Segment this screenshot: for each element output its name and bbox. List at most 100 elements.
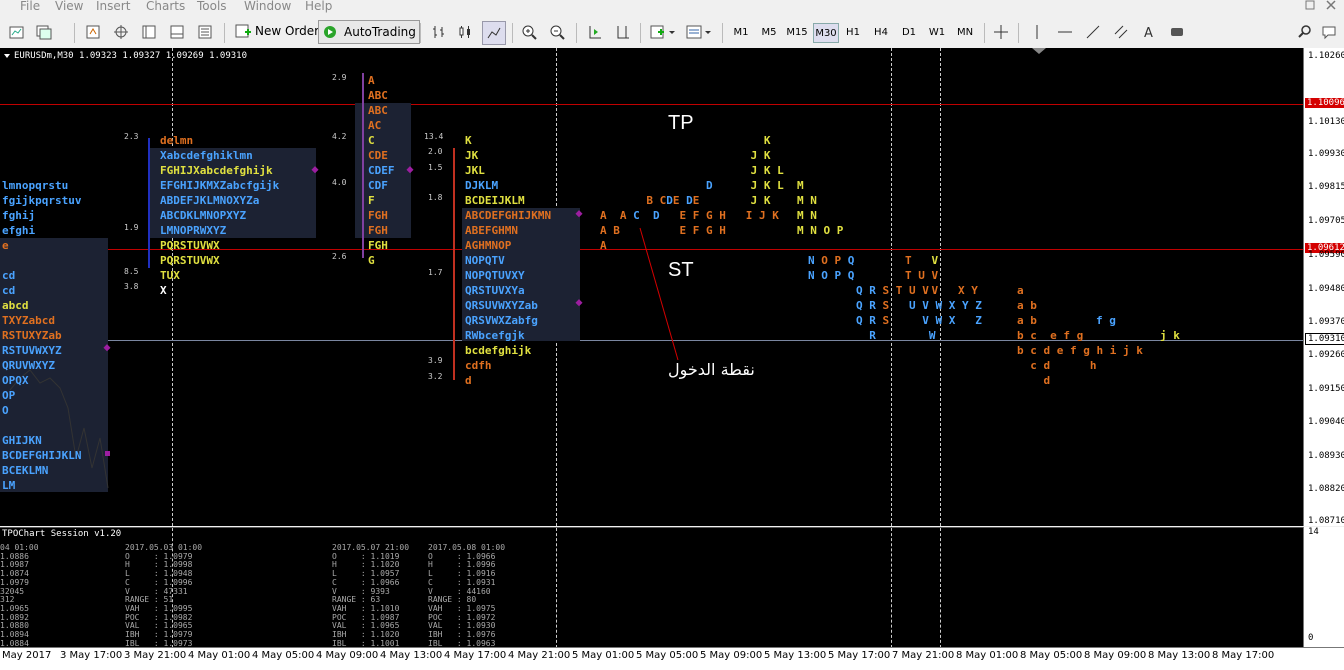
new-order-button[interactable]: New Order xyxy=(232,20,322,42)
price-tick: 1.09590 xyxy=(1308,250,1344,260)
time-tick: 5 May 17:00 xyxy=(828,650,891,661)
menu-window[interactable]: Window xyxy=(244,0,291,13)
tp-label[interactable]: TP xyxy=(668,112,694,135)
menu-insert[interactable]: Insert xyxy=(96,0,130,13)
tpo-count: 1.9 xyxy=(124,223,139,232)
tpo-count: 2.0 xyxy=(428,147,443,156)
new-order-label: New Order xyxy=(255,24,320,38)
tpo-count: 1.8 xyxy=(428,193,443,202)
tpo-count: 2.3 xyxy=(124,132,139,141)
indicator-scale-bottom: 0 xyxy=(1308,633,1314,643)
chart-shift-icon[interactable] xyxy=(612,21,634,43)
toolbar: New Order AutoTrading M1 M5 M15 M30 H1 H… xyxy=(0,14,1344,49)
menu-file[interactable]: File xyxy=(20,0,40,13)
tpo-count: 4.2 xyxy=(332,132,347,141)
time-axis[interactable]: May 2017 3 May 17:00 3 May 21:00 4 May 0… xyxy=(0,647,1344,670)
price-tick: 1.09815 xyxy=(1308,182,1344,192)
price-tick: 1.08710 xyxy=(1308,516,1344,526)
menu-charts[interactable]: Charts xyxy=(146,0,185,13)
tpo-count: 1.5 xyxy=(428,163,443,172)
time-tick: 5 May 01:00 xyxy=(572,650,635,661)
svg-text:A: A xyxy=(1144,26,1153,40)
time-tick: 3 May 17:00 xyxy=(60,650,123,661)
market-watch-icon[interactable] xyxy=(82,21,104,43)
indicator-scale-top: 14 xyxy=(1308,527,1319,537)
zoom-out-icon[interactable] xyxy=(546,21,568,43)
tpo-count: 2.9 xyxy=(332,73,347,82)
tf-w1[interactable]: W1 xyxy=(925,23,949,41)
time-tick: 8 May 13:00 xyxy=(1148,650,1211,661)
price-tick: 1.08820 xyxy=(1308,484,1344,494)
navigator-icon[interactable] xyxy=(138,21,160,43)
time-tick: 8 May 17:00 xyxy=(1212,650,1275,661)
text-tool-icon[interactable]: A xyxy=(1138,21,1160,43)
price-tick: 1.10260 xyxy=(1308,51,1344,61)
trendline-icon[interactable] xyxy=(1082,21,1104,43)
price-tick: 1.09150 xyxy=(1308,384,1344,394)
menu-tools[interactable]: Tools xyxy=(197,0,227,13)
tf-mn[interactable]: MN xyxy=(953,23,977,41)
indicators-icon[interactable] xyxy=(648,21,678,43)
price-tick: 1.09370 xyxy=(1308,317,1344,327)
tf-d1[interactable]: D1 xyxy=(897,23,921,41)
zoom-in-icon[interactable] xyxy=(518,21,540,43)
time-tick: 7 May 21:00 xyxy=(892,650,955,661)
tpo-count: 3.2 xyxy=(428,372,443,381)
label-tool-icon[interactable] xyxy=(1166,21,1188,43)
autotrading-button[interactable]: AutoTrading xyxy=(318,20,420,44)
current-price-label: 1.09310 xyxy=(1305,333,1344,345)
time-tick: 4 May 21:00 xyxy=(508,650,571,661)
line-chart-icon[interactable] xyxy=(482,21,506,45)
crosshair-icon[interactable] xyxy=(990,21,1012,43)
price-tick: 1.09040 xyxy=(1308,417,1344,427)
menu-view[interactable]: View xyxy=(55,0,83,13)
new-chart-icon[interactable] xyxy=(6,21,28,43)
tf-m30[interactable]: M30 xyxy=(813,23,839,43)
tf-m15[interactable]: M15 xyxy=(785,23,809,41)
channel-icon[interactable] xyxy=(1110,21,1132,43)
session-stats-3: 2017.05.07 21:00 O : 1.1019 H : 1.1020 L… xyxy=(332,543,410,648)
tf-m5[interactable]: M5 xyxy=(757,23,781,41)
candlestick-icon[interactable] xyxy=(454,21,476,43)
auto-scroll-icon[interactable] xyxy=(584,21,606,43)
window-controls[interactable] xyxy=(1300,0,1344,13)
session-stats-4: 2017.05.08 01:00 O : 1.0966 H : 1.0996 L… xyxy=(428,543,506,648)
session-stats-2: 2017.05.03 01:00 O : 1.0979 H : 1.0998 L… xyxy=(125,543,203,648)
tpo-count: 3.8 xyxy=(124,282,139,291)
templates-icon[interactable] xyxy=(684,21,714,43)
tpo-count: 8.5 xyxy=(124,267,139,276)
time-tick: 5 May 09:00 xyxy=(700,650,763,661)
time-tick: 4 May 01:00 xyxy=(188,650,251,661)
crosshair-nav-icon[interactable] xyxy=(110,21,132,43)
tf-h1[interactable]: H1 xyxy=(841,23,865,41)
profiles-icon[interactable] xyxy=(34,21,56,43)
time-tick: May 2017 xyxy=(2,650,52,661)
bar-chart-icon[interactable] xyxy=(428,21,450,43)
time-tick: 4 May 13:00 xyxy=(380,650,443,661)
chat-icon[interactable] xyxy=(1318,21,1340,43)
time-tick: 5 May 05:00 xyxy=(636,650,699,661)
tpo-count: 4.0 xyxy=(332,178,347,187)
time-tick: 4 May 17:00 xyxy=(444,650,507,661)
time-tick: 5 May 13:00 xyxy=(764,650,827,661)
tp-price-label: 1.10096 xyxy=(1305,98,1344,108)
indicator-window[interactable]: TPOChart Session v1.20 04 01:00 1.0886 1… xyxy=(0,527,1303,648)
main-chart[interactable]: EURUSDm,M30 1.09323 1.09327 1.09269 1.09… xyxy=(0,48,1303,526)
st-label[interactable]: ST xyxy=(668,259,694,282)
vertical-line-icon[interactable] xyxy=(1026,21,1048,43)
tf-m1[interactable]: M1 xyxy=(729,23,753,41)
entry-label[interactable]: نقطة الدخول xyxy=(668,360,755,379)
menu-help[interactable]: Help xyxy=(305,0,332,13)
tpo-count: 13.4 xyxy=(424,132,444,141)
menu-bar: File View Insert Charts Tools Window Hel… xyxy=(0,0,1344,14)
search-icon[interactable] xyxy=(1294,21,1316,43)
time-tick: 8 May 09:00 xyxy=(1084,650,1147,661)
poc-markers xyxy=(103,166,583,456)
price-axis[interactable]: 1.10260 1.10096 1.10130 1.09930 1.09815 … xyxy=(1303,48,1344,526)
tf-h4[interactable]: H4 xyxy=(869,23,893,41)
autotrading-label: AutoTrading xyxy=(344,25,416,39)
horizontal-line-icon[interactable] xyxy=(1054,21,1076,43)
terminal-icon[interactable] xyxy=(166,21,188,43)
indicator-axis: 14 0 xyxy=(1303,527,1344,647)
tester-icon[interactable] xyxy=(194,21,216,43)
